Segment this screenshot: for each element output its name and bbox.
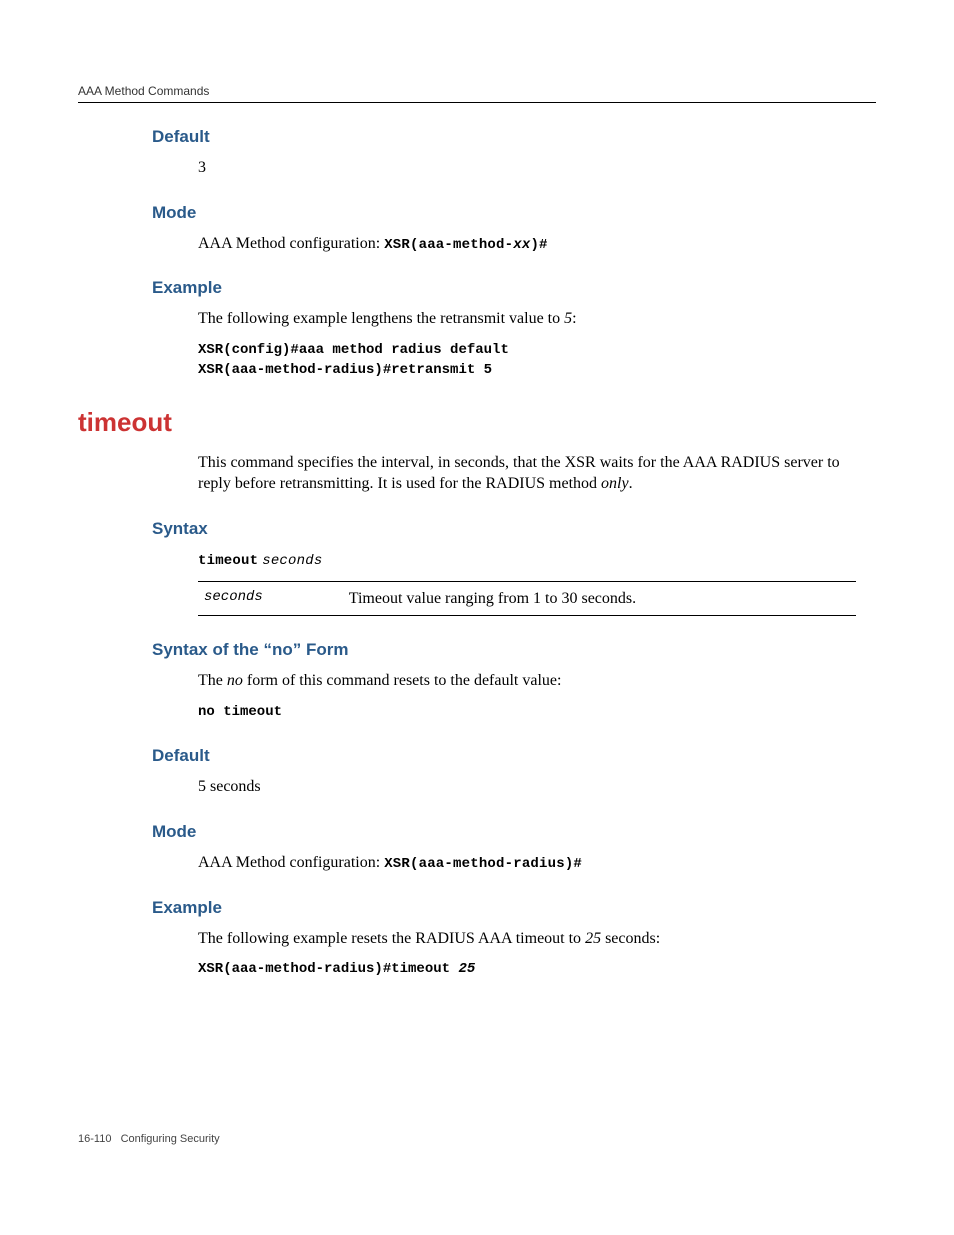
- footer-title: Configuring Security: [121, 1133, 220, 1145]
- mode-text: AAA Method configuration: XSR(aaa-method…: [198, 233, 856, 255]
- mode-prompt-2: XSR(aaa-method-radius)#: [384, 856, 582, 872]
- desc-b: .: [629, 475, 633, 492]
- no-text-b: form of this command resets to the defau…: [243, 672, 562, 689]
- mode-prefix-2: AAA Method configuration:: [198, 854, 384, 871]
- heading-default: Default: [152, 127, 876, 147]
- heading-mode: Mode: [152, 203, 876, 223]
- desc-a: This command specifies the interval, in …: [198, 454, 840, 493]
- syntax-line: timeout seconds: [198, 549, 856, 571]
- example-text-val: 5: [564, 310, 572, 327]
- command-title-timeout: timeout: [78, 407, 876, 438]
- default-value: 3: [198, 157, 856, 179]
- example2-text-a: The following example resets the RADIUS …: [198, 930, 585, 947]
- example-text-a: The following example lengthens the retr…: [198, 310, 564, 327]
- running-head: AAA Method Commands: [78, 84, 876, 103]
- no-form-code: no timeout: [198, 702, 856, 722]
- heading-example-2: Example: [152, 898, 876, 918]
- table-param: seconds: [198, 581, 343, 616]
- no-form-text: The no form of this command resets to th…: [198, 670, 856, 692]
- mode-text-2: AAA Method configuration: XSR(aaa-method…: [198, 852, 856, 874]
- example2-text-b: seconds:: [601, 930, 660, 947]
- mode-prompt-b: )#: [530, 237, 547, 253]
- default-value-2: 5 seconds: [198, 776, 856, 798]
- example-code-2: XSR(aaa-method-radius)#timeout 25: [198, 959, 856, 979]
- page: AAA Method Commands Default 3 Mode AAA M…: [0, 0, 954, 1235]
- no-text-a: The: [198, 672, 227, 689]
- example-code: XSR(config)#aaa method radius default XS…: [198, 340, 856, 381]
- heading-syntax: Syntax: [152, 519, 876, 539]
- mode-prompt-var: xx: [513, 237, 530, 253]
- desc-only: only: [601, 475, 629, 492]
- mode-prompt-a: XSR(aaa-method-: [384, 237, 513, 253]
- page-footer: 16-110 Configuring Security: [78, 1133, 220, 1145]
- example-text: The following example lengthens the retr…: [198, 308, 856, 330]
- example2-code-a: XSR(aaa-method-radius)#timeout: [198, 961, 458, 977]
- table-desc: Timeout value ranging from 1 to 30 secon…: [343, 581, 856, 616]
- timeout-description: This command specifies the interval, in …: [198, 452, 856, 495]
- footer-page: 16-110: [78, 1133, 111, 1145]
- heading-mode-2: Mode: [152, 822, 876, 842]
- table-row: seconds Timeout value ranging from 1 to …: [198, 581, 856, 616]
- mode-prefix: AAA Method configuration:: [198, 235, 384, 252]
- example2-text-val: 25: [585, 930, 601, 947]
- syntax-table: seconds Timeout value ranging from 1 to …: [198, 581, 856, 617]
- heading-example: Example: [152, 278, 876, 298]
- example-text-2: The following example resets the RADIUS …: [198, 928, 856, 950]
- heading-default-2: Default: [152, 746, 876, 766]
- heading-no-form: Syntax of the “no” Form: [152, 640, 876, 660]
- example2-code-arg: 25: [458, 961, 475, 977]
- example-text-b: :: [572, 310, 576, 327]
- syntax-arg: seconds: [262, 553, 322, 569]
- no-text-ital: no: [227, 672, 243, 689]
- syntax-cmd: timeout: [198, 553, 258, 569]
